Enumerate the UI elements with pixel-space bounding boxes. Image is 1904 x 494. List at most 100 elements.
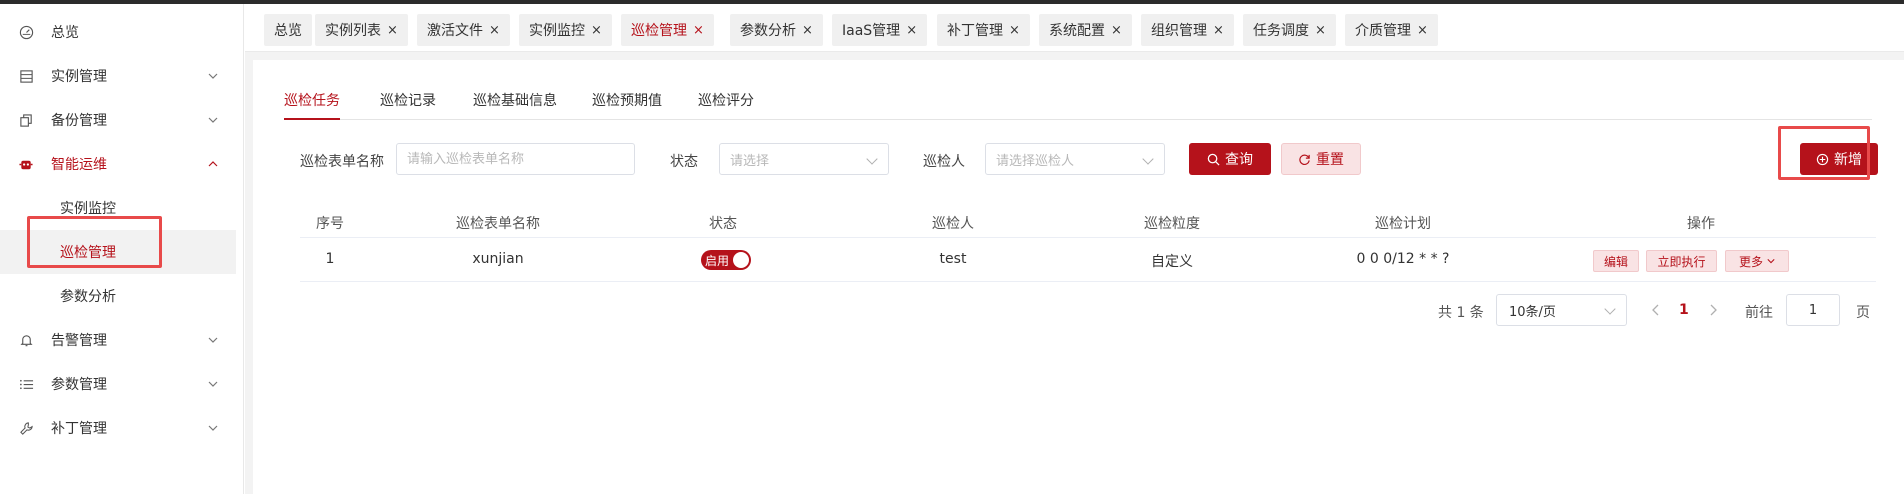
tab-instance-list[interactable]: 实例列表 × [315, 14, 408, 46]
search-icon [1207, 153, 1220, 166]
close-icon[interactable]: × [387, 23, 398, 38]
run-now-button[interactable]: 立即执行 [1646, 250, 1717, 272]
tab-instance-monitor[interactable]: 实例监控 × [519, 14, 612, 46]
subtab-inspection-task[interactable]: 巡检任务 [284, 90, 340, 120]
tab-task-scheduling[interactable]: 任务调度 × [1243, 14, 1336, 46]
tab-label: 补丁管理 [947, 23, 1003, 39]
tab-label: 总览 [274, 23, 302, 39]
close-icon[interactable]: × [906, 23, 917, 38]
tab-label: 激活文件 [427, 23, 483, 39]
sidebar-subitem-parameter-analysis[interactable]: 参数分析 [0, 274, 244, 318]
chevron-up-icon [208, 161, 218, 167]
sidebar-item-label: 智能运维 [51, 157, 107, 173]
tab-label: IaaS管理 [842, 23, 901, 39]
subtab-inspection-score[interactable]: 巡检评分 [698, 90, 754, 120]
current-page[interactable]: 1 [1679, 302, 1689, 318]
next-page-icon[interactable] [1708, 304, 1718, 316]
close-icon[interactable]: × [1315, 23, 1326, 38]
sidebar-item-parameter-management[interactable]: 参数管理 [0, 362, 244, 406]
sidebar-item-label: 参数管理 [51, 377, 107, 393]
list-lines-icon [18, 376, 34, 392]
chevron-down-icon [208, 337, 218, 343]
subtab-inspection-record[interactable]: 巡检记录 [380, 90, 436, 120]
page-suffix: 页 [1856, 305, 1870, 321]
sidebar-item-label: 总览 [51, 25, 79, 41]
add-button[interactable]: 新增 [1800, 143, 1878, 175]
tab-system-config[interactable]: 系统配置 × [1039, 14, 1132, 46]
tab-inspection-management[interactable]: 巡检管理 × [621, 14, 714, 46]
inspector-select[interactable]: 请选择巡检人 [985, 143, 1165, 175]
tab-label: 组织管理 [1151, 23, 1207, 39]
reset-button[interactable]: 重置 [1281, 143, 1361, 175]
pagination-total: 共 1 条 [1438, 305, 1484, 321]
sidebar-subitem-label: 实例监控 [60, 201, 116, 217]
sidebar-item-alarm-management[interactable]: 告警管理 [0, 318, 244, 362]
tab-activation-file[interactable]: 激活文件 × [417, 14, 510, 46]
status-select-placeholder: 请选择 [730, 153, 770, 169]
chevron-down-icon [208, 425, 218, 431]
subtabs: 巡检任务 巡检记录 巡检基础信息 巡检预期值 巡检评分 [284, 90, 1872, 120]
goto-page-input[interactable]: 1 [1786, 294, 1840, 326]
content-area: 巡检任务 巡检记录 巡检基础信息 巡检预期值 巡检评分 巡检表单名称 状态 请选… [245, 52, 1904, 494]
more-button[interactable]: 更多 [1725, 250, 1789, 272]
tab-patch-management[interactable]: 补丁管理 × [937, 14, 1030, 46]
dashboard-icon [18, 24, 34, 40]
subtab-inspection-expected-value[interactable]: 巡检预期值 [592, 90, 662, 120]
sidebar-subitem-instance-monitor[interactable]: 实例监控 [0, 186, 244, 230]
close-icon[interactable]: × [1213, 23, 1224, 38]
chevron-down-icon [1604, 303, 1616, 315]
chevron-down-icon [866, 153, 878, 165]
goto-page-value: 1 [1808, 302, 1818, 318]
list-icon [18, 68, 34, 84]
query-button[interactable]: 查询 [1189, 143, 1271, 175]
close-icon[interactable]: × [1009, 23, 1020, 38]
sidebar-item-label: 告警管理 [51, 333, 107, 349]
sidebar-item-patch-management[interactable]: 补丁管理 [0, 406, 244, 450]
chevron-down-icon [208, 117, 218, 123]
inspector-label: 巡检人 [923, 154, 965, 170]
tab-label: 参数分析 [740, 23, 796, 39]
column-header-status: 状态 [709, 216, 737, 232]
sidebar-item-smart-ops[interactable]: 智能运维 [0, 142, 244, 186]
sidebar-item-backup-management[interactable]: 备份管理 [0, 98, 244, 142]
tab-label: 实例列表 [325, 23, 381, 39]
close-icon[interactable]: × [802, 23, 813, 38]
tab-media-management[interactable]: 介质管理 × [1345, 14, 1438, 46]
cell-index: 1 [325, 251, 335, 267]
edit-button[interactable]: 编辑 [1593, 250, 1639, 272]
status-toggle-label: 启用 [705, 254, 730, 268]
page-size-select[interactable]: 10条/页 [1496, 294, 1627, 326]
close-icon[interactable]: × [693, 23, 704, 38]
status-select[interactable]: 请选择 [719, 143, 889, 175]
tab-overview[interactable]: 总览 [264, 14, 312, 46]
goto-label: 前往 [1745, 305, 1773, 321]
tab-iaas-management[interactable]: IaaS管理 × [832, 14, 928, 46]
sidebar-subitem-inspection-management[interactable]: 巡检管理 [0, 230, 236, 274]
close-icon[interactable]: × [1417, 23, 1428, 38]
subtab-inspection-basic-info[interactable]: 巡检基础信息 [473, 90, 557, 120]
sidebar-subitem-label: 参数分析 [60, 289, 116, 305]
tab-parameter-analysis[interactable]: 参数分析 × [730, 14, 823, 46]
tab-organization-management[interactable]: 组织管理 × [1141, 14, 1234, 46]
sidebar-item-instance-management[interactable]: 实例管理 [0, 54, 244, 98]
close-icon[interactable]: × [591, 23, 602, 38]
chevron-down-icon [1767, 259, 1775, 264]
tab-label: 系统配置 [1049, 23, 1105, 39]
form-name-input[interactable] [396, 143, 635, 175]
cell-granularity: 自定义 [1151, 254, 1193, 270]
main-panel: 巡检任务 巡检记录 巡检基础信息 巡检预期值 巡检评分 巡检表单名称 状态 请选… [253, 60, 1904, 494]
sidebar-subitem-label: 巡检管理 [60, 245, 116, 261]
prev-page-icon[interactable] [1651, 304, 1661, 316]
chevron-down-icon [208, 73, 218, 79]
chevron-down-icon [1142, 153, 1154, 165]
sidebar-item-overview[interactable]: 总览 [0, 10, 244, 54]
cell-form-name: xunjian [472, 251, 524, 267]
column-header-plan: 巡检计划 [1375, 216, 1431, 232]
refresh-icon [1299, 154, 1310, 165]
close-icon[interactable]: × [1111, 23, 1122, 38]
status-label: 状态 [670, 154, 698, 170]
column-header-form-name: 巡检表单名称 [456, 216, 540, 232]
tab-label: 巡检管理 [631, 23, 687, 39]
status-toggle[interactable]: 启用 [701, 250, 751, 270]
close-icon[interactable]: × [489, 23, 500, 38]
